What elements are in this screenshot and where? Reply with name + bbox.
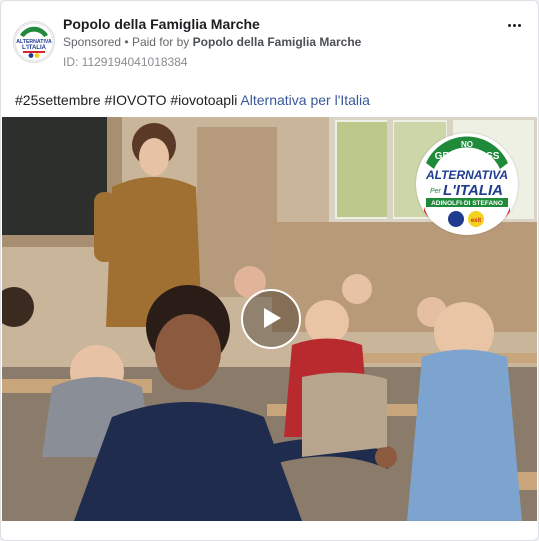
more-dot-icon: [517, 23, 521, 27]
ad-card: ALTERNATIVA L'ITALIA Popolo della Famigl…: [0, 0, 539, 541]
post-caption: #25settembre #IOVOTO #iovotoapli Alterna…: [15, 92, 370, 108]
badge-per: Per: [430, 188, 442, 195]
badge-green-pass: GREEN PASS: [435, 151, 500, 162]
badge-exit: exit: [471, 218, 481, 224]
more-options-button[interactable]: [502, 15, 526, 35]
party-logo-icon: ALTERNATIVA L'ITALIA: [14, 22, 54, 62]
caption-hashtags: #25settembre #IOVOTO #iovotoapli: [15, 92, 241, 108]
avatar-logo-line2: L'ITALIA: [22, 45, 47, 51]
campaign-logo-icon: NO GREEN PASS ALTERNATIVA Per L'ITALIA A…: [417, 134, 517, 235]
sponsor-line: Sponsored • Paid for by Popolo della Fam…: [63, 35, 361, 49]
badge-no: NO: [461, 140, 473, 149]
badge-alternativa: ALTERNATIVA: [425, 168, 508, 182]
caption-link[interactable]: Alternativa per l'Italia: [240, 92, 370, 108]
page-avatar[interactable]: ALTERNATIVA L'ITALIA: [13, 21, 55, 63]
paid-for-prefix: Paid for by: [131, 35, 190, 49]
video-player[interactable]: NO GREEN PASS ALTERNATIVA Per L'ITALIA A…: [2, 117, 537, 521]
sponsored-label: Sponsored: [63, 35, 122, 49]
more-dot-icon: [512, 23, 516, 27]
badge-candidates: ADINOLFI·DI STEFANO: [431, 200, 503, 207]
play-button[interactable]: [241, 289, 301, 349]
post-header: ALTERNATIVA L'ITALIA Popolo della Famigl…: [13, 15, 528, 71]
more-dot-icon: [507, 23, 511, 27]
badge-litalia: L'ITALIA: [443, 182, 503, 199]
separator-dot: •: [124, 35, 132, 49]
campaign-logo-badge: NO GREEN PASS ALTERNATIVA Per L'ITALIA A…: [416, 133, 518, 235]
play-icon: [264, 308, 281, 328]
page-name-link[interactable]: Popolo della Famiglia Marche: [63, 16, 260, 32]
paid-for-by-name: Popolo della Famiglia Marche: [192, 35, 362, 49]
ad-id: ID: 1129194041018384: [63, 55, 188, 69]
